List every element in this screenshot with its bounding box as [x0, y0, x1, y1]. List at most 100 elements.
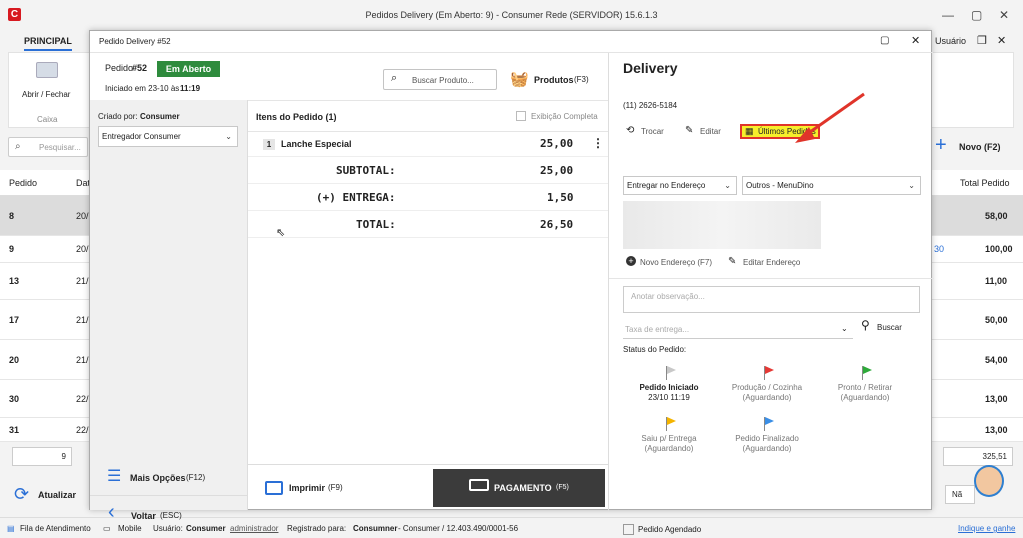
maximize-icon[interactable]: ▢ — [971, 8, 982, 22]
complete-view-checkbox[interactable] — [516, 111, 526, 121]
refresh-button[interactable]: Atualizar — [38, 490, 76, 500]
close-icon[interactable]: ✕ — [999, 8, 1009, 22]
minimize-icon[interactable]: — — [942, 8, 954, 22]
swap-button[interactable]: Trocar — [641, 127, 664, 136]
user-menu[interactable]: Usuário — [935, 36, 966, 46]
product-search-placeholder: Buscar Produto... — [412, 76, 474, 85]
right-divider — [609, 278, 934, 279]
started-prefix: Iniciado em 23-10 às — [105, 84, 180, 93]
cell-pedido: 17 — [9, 315, 20, 325]
print-button[interactable]: Imprimir — [289, 483, 325, 493]
delivery-mode-select[interactable]: Entregar no Endereço ⌄ — [623, 176, 737, 195]
restore-icon[interactable]: ❐ — [977, 34, 987, 47]
user-role[interactable]: administrador — [230, 518, 278, 538]
new-address-button[interactable]: Novo Endereço (F7) — [640, 258, 712, 267]
chevron-left-icon[interactable]: ‹ — [108, 502, 115, 522]
swap-icon[interactable]: ⟲ — [626, 125, 634, 136]
products-key: (F3) — [574, 75, 589, 84]
table-row[interactable]: 1 Lanche Especial 25,00 ⋮ — [248, 131, 608, 157]
cell-pedido: 9 — [9, 244, 15, 254]
more-options-button[interactable]: Mais Opções — [130, 473, 186, 483]
status-sub: (Aguardando) — [742, 444, 792, 453]
order-dialog: Pedido Delivery #52 ▢ ✕ Pedido #52 Em Ab… — [89, 30, 934, 535]
more-options-key: (F12) — [186, 473, 206, 482]
cash-register-icon[interactable] — [36, 62, 58, 78]
queue-icon: ▤ — [7, 524, 15, 533]
cell-pedido: 8 — [9, 211, 15, 221]
edit-button[interactable]: Editar — [700, 127, 721, 136]
basket-icon[interactable]: 🧺 — [510, 70, 529, 88]
queue-link[interactable]: Fila de Atendimento — [20, 518, 91, 538]
observation-input[interactable]: Anotar observação... — [623, 286, 920, 313]
subtotal-label: SUBTOTAL: — [336, 164, 396, 177]
channel-select[interactable]: Outros - MenuDino ⌄ — [742, 176, 921, 195]
close-panel-icon[interactable]: ✕ — [997, 34, 1006, 47]
menu-icon[interactable]: ☰ — [107, 469, 121, 485]
status-sub: (Aguardando) — [840, 393, 890, 402]
mobile-link[interactable]: Mobile — [118, 518, 142, 538]
cell-total: 13,00 — [985, 425, 1008, 435]
status-sub: (Aguardando) — [742, 393, 792, 402]
map-pin-icon[interactable]: ⚲ — [861, 318, 870, 332]
refer-link[interactable]: Indique e ganhe — [958, 518, 1015, 538]
status-label: Pronto / Retirar — [837, 383, 893, 392]
filter-select[interactable]: Nã — [945, 485, 975, 504]
products-button[interactable]: Produtos — [534, 75, 574, 85]
deliverer-select[interactable]: Entregador Consumer ⌄ — [98, 126, 238, 147]
scheduled-checkbox[interactable] — [623, 524, 634, 535]
cell-data: 22/ — [76, 425, 89, 435]
created-by-prefix: Criado por: — [98, 112, 138, 121]
refresh-icon[interactable]: ⟳ — [14, 485, 29, 503]
dialog-close-icon[interactable]: ✕ — [911, 34, 920, 47]
status-label: Pedido Iniciado — [639, 383, 699, 392]
total-row: TOTAL: 26,50 — [248, 211, 608, 238]
payment-label: PAGAMENTO — [494, 483, 552, 493]
status-flag-icon — [666, 417, 676, 431]
search-placeholder: Pesquisar... — [39, 143, 81, 152]
cell-data: 21/ — [76, 355, 89, 365]
printer-icon[interactable] — [265, 481, 283, 495]
fee-input[interactable]: Taxa de entrega... ⌄ — [623, 319, 853, 339]
cell-total: 100,00 — [985, 244, 1013, 254]
registered-prefix: Registrado para: — [287, 524, 347, 533]
delivery-panel: Delivery (11) 2626-5184 ⟲ Trocar ✎ Edita… — [608, 53, 934, 535]
edit-address-icon[interactable]: ✎ — [728, 256, 736, 267]
search-icon: ⌕ — [15, 141, 21, 152]
user-prefix: Usuário: — [153, 524, 183, 533]
search-input[interactable]: ⌕ Pesquisar... — [8, 137, 88, 157]
dialog-title-bar: Pedido Delivery #52 ▢ ✕ — [90, 31, 933, 53]
new-order-button[interactable]: Novo (F2) — [959, 142, 1001, 152]
edit-address-button[interactable]: Editar Endereço — [743, 258, 800, 267]
product-search-input[interactable]: ⌕ Buscar Produto... — [383, 69, 497, 90]
registered-name: Consumner — [353, 524, 398, 533]
left-divider — [90, 495, 248, 496]
back-button[interactable]: Voltar — [131, 511, 156, 521]
dialog-maximize-icon[interactable]: ▢ — [880, 35, 889, 46]
tab-principal[interactable]: PRINCIPAL — [24, 36, 72, 51]
bottom-divider — [248, 464, 608, 465]
open-close-button[interactable]: Abrir / Fechar — [22, 90, 70, 99]
cell-total: 13,00 — [985, 394, 1008, 404]
more-vert-icon[interactable]: ⋮ — [592, 136, 604, 150]
plus-icon[interactable]: + — [935, 135, 947, 155]
support-avatar-icon[interactable] — [974, 465, 1004, 497]
edit-icon[interactable]: ✎ — [685, 125, 693, 136]
total-label: TOTAL: — [356, 218, 396, 231]
left-panel: Criado por: Consumer Entregador Consumer… — [90, 100, 248, 522]
dialog-title: Pedido Delivery #52 — [99, 37, 171, 46]
cell-pedido: 30 — [9, 394, 20, 404]
cell-data: 21/ — [76, 276, 89, 286]
status-label: Produção / Cozinha — [731, 383, 803, 392]
channel-value: Outros - MenuDino — [746, 181, 814, 190]
chevron-down-icon: ⌄ — [225, 132, 232, 141]
payment-button[interactable]: PAGAMENTO (F5) — [433, 469, 605, 507]
search-fee-button[interactable]: Buscar — [877, 323, 902, 332]
status-flag-icon — [764, 417, 774, 431]
status-flag-icon — [862, 366, 872, 380]
page-input[interactable]: 9 — [12, 447, 72, 466]
delivery-fee-row: (+) ENTREGA: 1,50 — [248, 184, 608, 211]
add-icon[interactable]: + — [626, 256, 636, 266]
status-flag-icon — [666, 366, 676, 380]
subtotal-value: 25,00 — [540, 164, 574, 177]
deliverer-value: Entregador Consumer — [102, 132, 181, 141]
